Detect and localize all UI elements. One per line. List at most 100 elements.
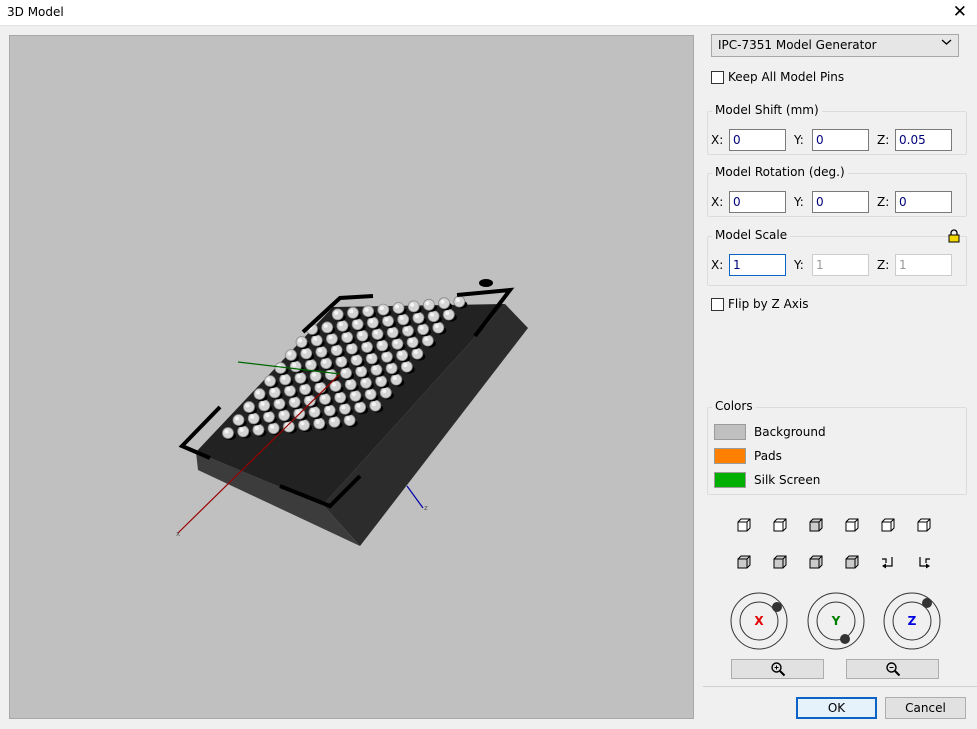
solder-ball: [273, 397, 286, 410]
solder-ball: [319, 393, 331, 405]
solder-ball-highlight: [311, 408, 315, 413]
solder-ball: [349, 389, 362, 402]
zoom-out-button[interactable]: [846, 659, 939, 679]
solder-ball: [308, 406, 321, 418]
pads-color-swatch[interactable]: [714, 448, 746, 464]
3d-viewport[interactable]: x z: [9, 35, 694, 719]
solder-ball-highlight: [413, 350, 418, 355]
scale-x-input[interactable]: 1: [729, 254, 786, 276]
solder-ball: [310, 334, 323, 347]
solder-ball: [267, 422, 280, 435]
shift-y-input[interactable]: 0: [812, 129, 869, 151]
rotate-ccw-icon[interactable]: [877, 551, 899, 573]
solder-ball-highlight: [337, 358, 342, 363]
iso-view-3-icon[interactable]: [805, 551, 827, 573]
solder-ball-highlight: [286, 387, 291, 392]
rotate-cw-icon[interactable]: [913, 551, 935, 573]
solder-ball: [253, 388, 266, 400]
solder-ball-highlight: [342, 369, 347, 374]
rotation-x-label: X:: [711, 195, 724, 209]
solder-ball-highlight: [434, 324, 439, 329]
colors-title: Colors: [712, 399, 756, 413]
rotation-y-input[interactable]: 0: [812, 191, 869, 213]
solder-ball: [304, 358, 317, 371]
solder-ball: [237, 425, 250, 438]
window-title: 3D Model: [7, 5, 64, 19]
view-right-icon[interactable]: [913, 514, 935, 536]
solder-ball: [282, 420, 295, 433]
generator-select[interactable]: IPC-7351 Model Generator: [711, 34, 959, 57]
solder-ball: [411, 347, 424, 360]
solder-ball-highlight: [445, 311, 450, 316]
orbit-x-control[interactable]: X: [730, 592, 788, 650]
color-row-silk[interactable]: Silk Screen: [714, 472, 820, 488]
solder-ball-highlight: [368, 354, 373, 359]
rotation-z-label: Z:: [877, 195, 890, 209]
solder-ball-highlight: [389, 328, 394, 333]
view-left-icon[interactable]: [877, 514, 899, 536]
zoom-in-button[interactable]: [731, 659, 824, 679]
solder-ball-highlight: [321, 395, 326, 400]
iso-view-2-icon[interactable]: [769, 551, 791, 573]
solder-ball-highlight: [245, 403, 250, 408]
solder-ball: [354, 401, 367, 414]
solder-ball: [252, 423, 265, 436]
solder-ball: [397, 313, 410, 326]
solder-ball: [222, 427, 234, 439]
view-front-icon[interactable]: [733, 514, 755, 536]
solder-ball-highlight: [382, 389, 387, 394]
solder-ball: [330, 344, 343, 357]
solder-ball: [355, 365, 368, 378]
solder-ball-highlight: [372, 366, 377, 371]
solder-ball: [264, 375, 276, 387]
solder-ball: [328, 415, 341, 428]
iso-view-1-icon[interactable]: [733, 551, 755, 573]
solder-ball: [309, 370, 322, 383]
silk-color-swatch[interactable]: [714, 472, 746, 488]
solder-ball: [382, 315, 394, 327]
solder-ball-highlight: [369, 319, 374, 324]
ok-button[interactable]: OK: [796, 697, 877, 719]
scale-y-input: 1: [812, 254, 869, 276]
iso-view-4-icon[interactable]: [841, 551, 863, 573]
keep-pins-row[interactable]: Keep All Model Pins: [711, 70, 844, 84]
shift-z-input[interactable]: 0.05: [895, 129, 952, 151]
view-back-icon[interactable]: [769, 514, 791, 536]
view-bottom-icon[interactable]: [841, 514, 863, 536]
solder-ball-highlight: [379, 306, 384, 311]
color-row-background[interactable]: Background: [714, 424, 826, 440]
scale-x-label: X:: [711, 258, 724, 272]
shift-x-input[interactable]: 0: [729, 129, 786, 151]
solder-ball-highlight: [235, 416, 239, 421]
solder-ball-highlight: [323, 323, 328, 328]
zoom-in-icon: [770, 662, 785, 677]
solder-ball: [385, 362, 398, 375]
lock-icon[interactable]: [948, 229, 960, 243]
color-row-pads[interactable]: Pads: [714, 448, 782, 464]
flip-z-checkbox[interactable]: [711, 297, 724, 311]
orbit-z-control[interactable]: Z: [883, 592, 941, 650]
rotation-z-input[interactable]: 0: [895, 191, 952, 213]
solder-ball: [295, 336, 308, 348]
keep-pins-checkbox[interactable]: [711, 70, 724, 84]
solder-ball: [390, 373, 403, 386]
cancel-button[interactable]: Cancel: [885, 697, 966, 719]
solder-ball-highlight: [374, 330, 378, 335]
solder-ball-highlight: [301, 385, 306, 390]
close-icon[interactable]: ✕: [953, 3, 967, 21]
background-color-swatch[interactable]: [714, 424, 746, 440]
scale-z-label: Z:: [877, 258, 890, 272]
orbit-y-control[interactable]: Y: [807, 592, 865, 650]
solder-ball: [400, 360, 413, 373]
solder-ball-highlight: [362, 379, 367, 384]
solder-ball-highlight: [265, 413, 270, 418]
solder-ball: [379, 386, 392, 399]
solder-ball: [375, 375, 388, 388]
flip-z-row[interactable]: Flip by Z Axis: [711, 297, 808, 311]
solder-ball-highlight: [367, 390, 372, 395]
solder-ball-highlight: [399, 315, 404, 320]
solder-ball: [438, 297, 451, 310]
view-top-icon[interactable]: [805, 514, 827, 536]
solder-ball: [300, 347, 313, 360]
rotation-x-input[interactable]: 0: [729, 191, 786, 213]
